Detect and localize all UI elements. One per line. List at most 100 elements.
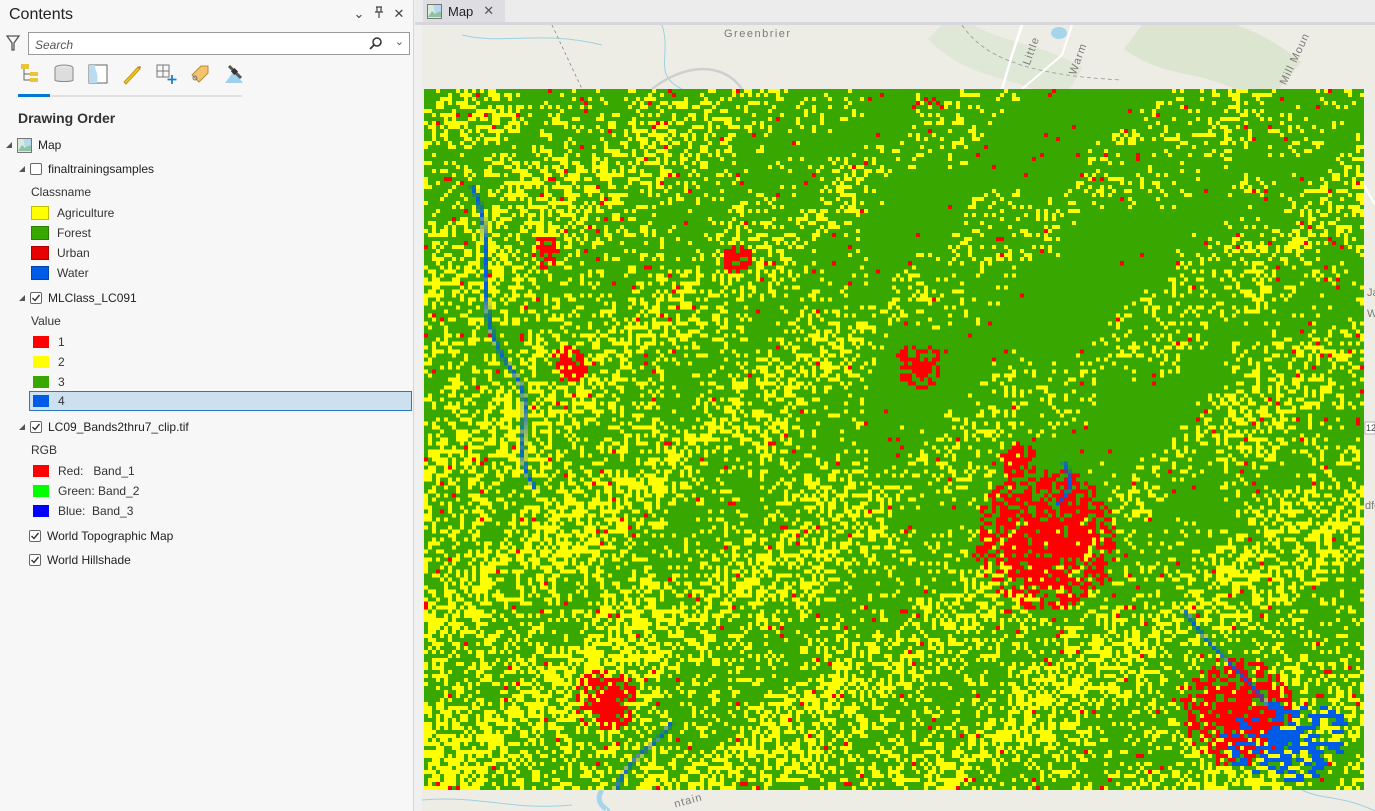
map-node[interactable]: Map: [5, 135, 61, 155]
legend-swatch: [33, 356, 49, 368]
layer-name: World Topographic Map: [47, 529, 174, 543]
search-field[interactable]: ⌄: [28, 32, 410, 55]
layer-visibility-checkbox[interactable]: [29, 530, 41, 542]
legend-swatch: [31, 266, 49, 280]
legend-swatch: [33, 485, 49, 497]
list-by-perspective-imagery-icon: [225, 64, 243, 83]
collapse-arrow-icon[interactable]: [18, 294, 26, 302]
layer-name: finaltrainingsamples: [48, 162, 155, 176]
selected-legend-row-highlight: [29, 391, 412, 411]
list-by-labeling-button[interactable]: [188, 61, 212, 87]
legend-label: Green: Band_2: [58, 484, 140, 498]
legend-item[interactable]: Blue: Band_3: [31, 501, 133, 521]
collapse-arrow-icon[interactable]: [5, 141, 13, 149]
legend-swatch: [33, 395, 49, 407]
map-canvas[interactable]: Greenbrier Little Warm Mill Moun Ja W 12…: [422, 25, 1375, 811]
legend-item[interactable]: Water: [31, 263, 89, 283]
list-by-snapping-icon: [156, 64, 177, 84]
map-icon: [427, 3, 442, 19]
legend-item[interactable]: 1: [31, 332, 65, 352]
legend-item[interactable]: 2: [31, 352, 65, 372]
layer-visibility-checkbox[interactable]: [30, 163, 42, 175]
legend-label: 3: [58, 375, 65, 389]
legend-heading: Classname: [31, 185, 92, 199]
legend-label: Water: [57, 266, 89, 280]
legend-heading: RGB: [31, 443, 58, 457]
list-by-drawing-order-button[interactable]: [18, 61, 42, 87]
list-by-perspective-imagery-button[interactable]: [222, 61, 246, 87]
layer-visibility-checkbox[interactable]: [30, 292, 42, 304]
legend-swatch: [33, 376, 49, 388]
legend-label: 1: [58, 335, 65, 349]
contents-pane: Contents ⌄ ✕ ⌄: [0, 0, 414, 811]
legend-item[interactable]: Agriculture: [31, 203, 114, 223]
map-node-label: Map: [38, 138, 62, 152]
legend-swatch: [33, 505, 49, 517]
checkmark-icon: [31, 532, 40, 540]
map-icon: [17, 137, 32, 153]
legend-item[interactable]: Urban: [31, 243, 90, 263]
legend-swatch: [31, 246, 49, 260]
pane-options-chevron-icon[interactable]: ⌄: [351, 5, 367, 23]
tab-map[interactable]: Map ✕: [423, 0, 505, 22]
search-input[interactable]: [33, 35, 367, 54]
list-by-editing-button[interactable]: [120, 61, 144, 87]
legend-label: 2: [58, 355, 65, 369]
checkmark-icon: [32, 423, 41, 431]
legend-swatch: [31, 206, 49, 220]
legend-label: Urban: [57, 246, 90, 260]
legend-label: Red: Band_1: [58, 464, 135, 478]
legend-swatch: [31, 226, 49, 240]
legend-item[interactable]: Green: Band_2: [31, 481, 139, 501]
list-by-labeling-icon: [191, 65, 209, 83]
active-view-indicator: [18, 94, 50, 97]
tab-map-label: Map: [448, 3, 474, 19]
legend-item[interactable]: 3: [31, 372, 65, 392]
legend-label: Forest: [57, 226, 92, 240]
legend-label: Blue: Band_3: [58, 504, 134, 518]
route-shield-label: 12: [1366, 423, 1375, 433]
legend-label: 4: [58, 394, 65, 408]
search-options-chevron-icon[interactable]: ⌄: [395, 35, 404, 48]
legend-label: Agriculture: [57, 206, 115, 220]
search-icon[interactable]: [369, 36, 383, 50]
layer-lc09-bands[interactable]: LC09_Bands2thru7_clip.tif: [18, 417, 189, 437]
list-by-editing-icon: [123, 66, 141, 85]
legend-swatch: [33, 465, 49, 477]
layer-mlclass-lc091[interactable]: MLClass_LC091: [18, 288, 137, 308]
list-by-drawing-order-icon: [21, 64, 38, 82]
place-label: W: [1367, 308, 1375, 320]
layer-visibility-checkbox[interactable]: [29, 554, 41, 566]
place-label: dfo: [1365, 500, 1375, 512]
legend-item[interactable]: Forest: [31, 223, 91, 243]
contents-pane-title: Contents: [9, 6, 74, 23]
layer-name: MLClass_LC091: [48, 291, 137, 305]
list-by-selection-button[interactable]: [86, 61, 110, 87]
layer-name: World Hillshade: [47, 553, 131, 567]
list-by-data-source-button[interactable]: [52, 61, 76, 87]
place-label: Ja: [1367, 287, 1375, 299]
place-label: Greenbrier: [724, 28, 792, 40]
map-tab-strip: Map ✕: [415, 0, 1375, 25]
layer-finaltrainingsamples[interactable]: finaltrainingsamples: [18, 159, 154, 179]
layer-world-topographic-map[interactable]: World Topographic Map: [29, 526, 173, 546]
list-by-selection-icon: [88, 64, 108, 84]
checkmark-icon: [31, 556, 40, 564]
list-by-data-source-icon: [54, 64, 74, 82]
layer-visibility-checkbox[interactable]: [30, 421, 42, 433]
classified-raster-mlclass: [424, 89, 1364, 790]
filter-icon[interactable]: [6, 34, 20, 52]
collapse-arrow-icon[interactable]: [18, 423, 26, 431]
list-by-snapping-button[interactable]: [154, 61, 178, 87]
checkmark-icon: [32, 294, 41, 302]
collapse-arrow-icon[interactable]: [18, 165, 26, 173]
legend-heading: Value: [31, 314, 61, 328]
pin-icon[interactable]: [371, 5, 387, 23]
legend-item-selected[interactable]: 4: [31, 391, 65, 411]
layer-name: LC09_Bands2thru7_clip.tif: [48, 420, 189, 434]
close-pane-icon[interactable]: ✕: [391, 5, 407, 23]
close-tab-icon[interactable]: ✕: [483, 3, 494, 19]
layer-world-hillshade[interactable]: World Hillshade: [29, 550, 131, 570]
legend-swatch: [33, 336, 49, 348]
legend-item[interactable]: Red: Band_1: [31, 461, 135, 481]
